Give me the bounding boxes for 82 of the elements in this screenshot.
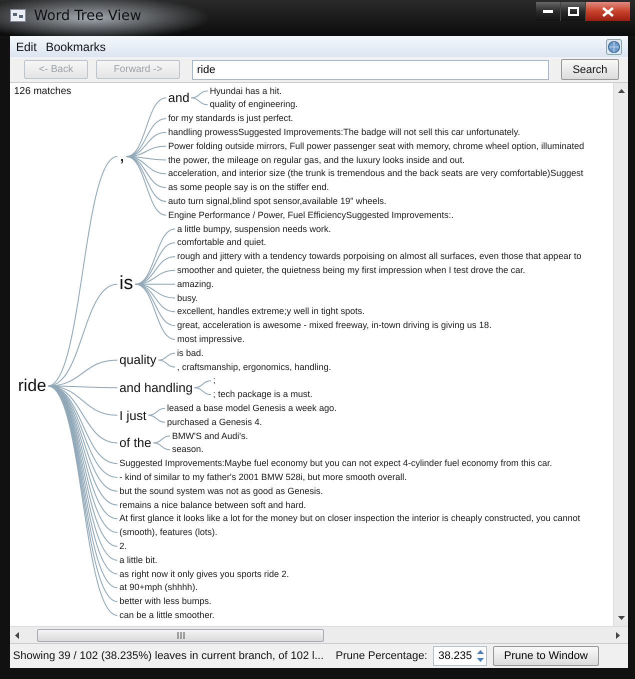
leaf-phrase[interactable]: most impressive. [177, 334, 245, 345]
tree-word[interactable]: of the [119, 435, 152, 451]
search-field[interactable]: ride [192, 60, 549, 80]
tree-word[interactable]: and [168, 90, 190, 106]
leaf-phrase[interactable]: Hyundai has a hit. [210, 86, 282, 96]
leaf-phrase[interactable]: excellent, handles extreme;y well in tight spots. [177, 306, 365, 318]
horizontal-scrollbar[interactable] [10, 626, 628, 643]
leaf-phrase[interactable]: but the sound system was not as good as Genesis. [119, 486, 324, 497]
leaf-phrase[interactable]: is bad. [177, 348, 204, 359]
leaf-phrase[interactable]: remains a nice balance between soft and hard. [119, 500, 306, 510]
branch-line [190, 97, 208, 106]
search-button[interactable]: Search [561, 59, 619, 80]
leaf-phrase[interactable]: as right now it only gives you sports ride 2. [119, 568, 289, 580]
leaf-phrase[interactable]: Suggested Improvements:Maybe fuel economy but you can not expect 4-cylinder fuel economy from this car. [119, 458, 552, 469]
leaf-phrase[interactable]: handling prowessSuggested Improvements:The badge will not sell this car unfortunately. [168, 127, 520, 138]
close-icon [602, 6, 614, 16]
leaf-phrase[interactable]: a little bumpy, suspension needs work. [177, 224, 332, 234]
branch-line [158, 352, 176, 361]
tree-word[interactable]: I just [119, 408, 146, 423]
leaf-phrase[interactable]: as some people say is on the stiffer end. [168, 182, 330, 193]
scroll-thumb[interactable] [37, 628, 324, 642]
leaf-phrase[interactable]: amazing. [177, 278, 214, 290]
tree-word[interactable]: ride [18, 376, 46, 396]
minimize-icon [543, 10, 553, 14]
leaf-phrase[interactable]: acceleration, and interior size (the trunk is tremendous and the back seats are very comfortable)Suggest [168, 168, 584, 180]
match-count: 126 matches [14, 86, 72, 97]
leaf-phrase[interactable]: At first glance it looks like a lot for the money but on closer inspection the interior is cheaply constructed, you cannot [119, 513, 580, 524]
branch-line [148, 408, 166, 416]
scroll-right-icon [616, 632, 620, 638]
scroll-left-icon [15, 632, 19, 638]
leaf-phrase[interactable]: auto turn signal,blind spot sensor,available 19" wheels. [168, 196, 386, 207]
tree-word[interactable]: quality [119, 352, 156, 368]
menu-item[interactable]: Edit [16, 40, 37, 54]
leaf-phrase[interactable]: at 90+mph (shhhh). [119, 582, 198, 594]
prune-spinner[interactable]: 38.235 [433, 646, 488, 666]
spin-down-icon [477, 658, 484, 662]
leaf-phrase[interactable]: - kind of similar to my father's 2001 BMW 528i, but more smooth overall. [119, 472, 407, 483]
minimize-button[interactable] [536, 2, 561, 21]
leaf-phrase[interactable]: Power folding outside mirrors, Full power passenger seat with memory, chrome wheel option, illuminated [168, 140, 584, 152]
globe-icon [606, 38, 622, 54]
leaf-phrase[interactable]: a little bit. [119, 554, 158, 566]
app-icon [10, 9, 26, 22]
leaf-phrase[interactable]: can be a little smoother. [119, 610, 214, 621]
branch-line [194, 380, 212, 388]
branch-line [194, 387, 212, 396]
tree-word[interactable]: is [119, 272, 134, 296]
status-text: Showing 39 / 102 (38.235%) leaves in current branch, of 102 l... [13, 650, 324, 662]
branch-line [152, 442, 170, 450]
leaf-phrase[interactable]: great, acceleration is awesome - mixed freeway, in-town driving is giving us 18. [177, 320, 492, 331]
window-title: Word Tree View [34, 8, 142, 24]
leaf-phrase[interactable]: quality of engineering. [210, 99, 298, 110]
leaf-phrase[interactable]: the power, the mileage on regular gas, and the luxury looks inside and out. [168, 154, 465, 166]
leaf-phrase[interactable]: leased a base model Genesis a week ago. [167, 403, 337, 414]
leaf-phrase[interactable]: busy. [177, 292, 198, 304]
tree-word[interactable]: and handling [119, 380, 193, 396]
leaf-phrase[interactable]: better with less bumps. [119, 596, 212, 607]
leaf-phrase[interactable]: rough and jittery with a tendency towards porpoising on almost all surfaces, even those that appear to [177, 251, 582, 262]
grip-icon [176, 632, 184, 638]
leaf-phrase[interactable]: (smooth), features (lots). [119, 527, 218, 538]
leaf-phrase[interactable]: BMW'S and Audi's. [172, 430, 248, 442]
leaf-phrase[interactable]: , craftsmanship, ergonomics, handling. [177, 362, 332, 372]
leaf-phrase[interactable]: Engine Performance / Power, Fuel EfficiencySuggested Improvements:. [168, 210, 454, 221]
leaf-phrase[interactable]: smoother and quieter, the quietness being my first impression when I test drove the car. [177, 265, 526, 276]
leaf-phrase[interactable]: purchased a Genesis 4. [167, 416, 262, 428]
prune-button[interactable]: Prune to Window [493, 646, 599, 666]
leaf-phrase[interactable]: comfortable and quiet. [177, 237, 266, 248]
maximize-icon [568, 7, 578, 16]
menu-item[interactable]: Bookmarks [46, 40, 106, 54]
leaf-phrase[interactable]: ; [213, 375, 216, 386]
close-button[interactable] [586, 2, 630, 21]
vertical-scrollbar[interactable] [613, 83, 628, 626]
leaf-phrase[interactable]: 2. [119, 541, 127, 552]
branch-line [148, 414, 166, 423]
scroll-down-icon [618, 616, 624, 620]
tree-word[interactable]: , [119, 145, 125, 168]
leaf-phrase[interactable]: for my standards is just perfect. [168, 113, 294, 124]
leaf-phrase[interactable]: ; tech package is a must. [213, 389, 313, 400]
prune-label: Prune Percentage: [336, 650, 428, 662]
scroll-up-icon [618, 89, 624, 93]
leaf-phrase[interactable]: season. [172, 444, 204, 456]
spin-up-icon [477, 650, 484, 654]
maximize-button[interactable] [561, 2, 586, 21]
